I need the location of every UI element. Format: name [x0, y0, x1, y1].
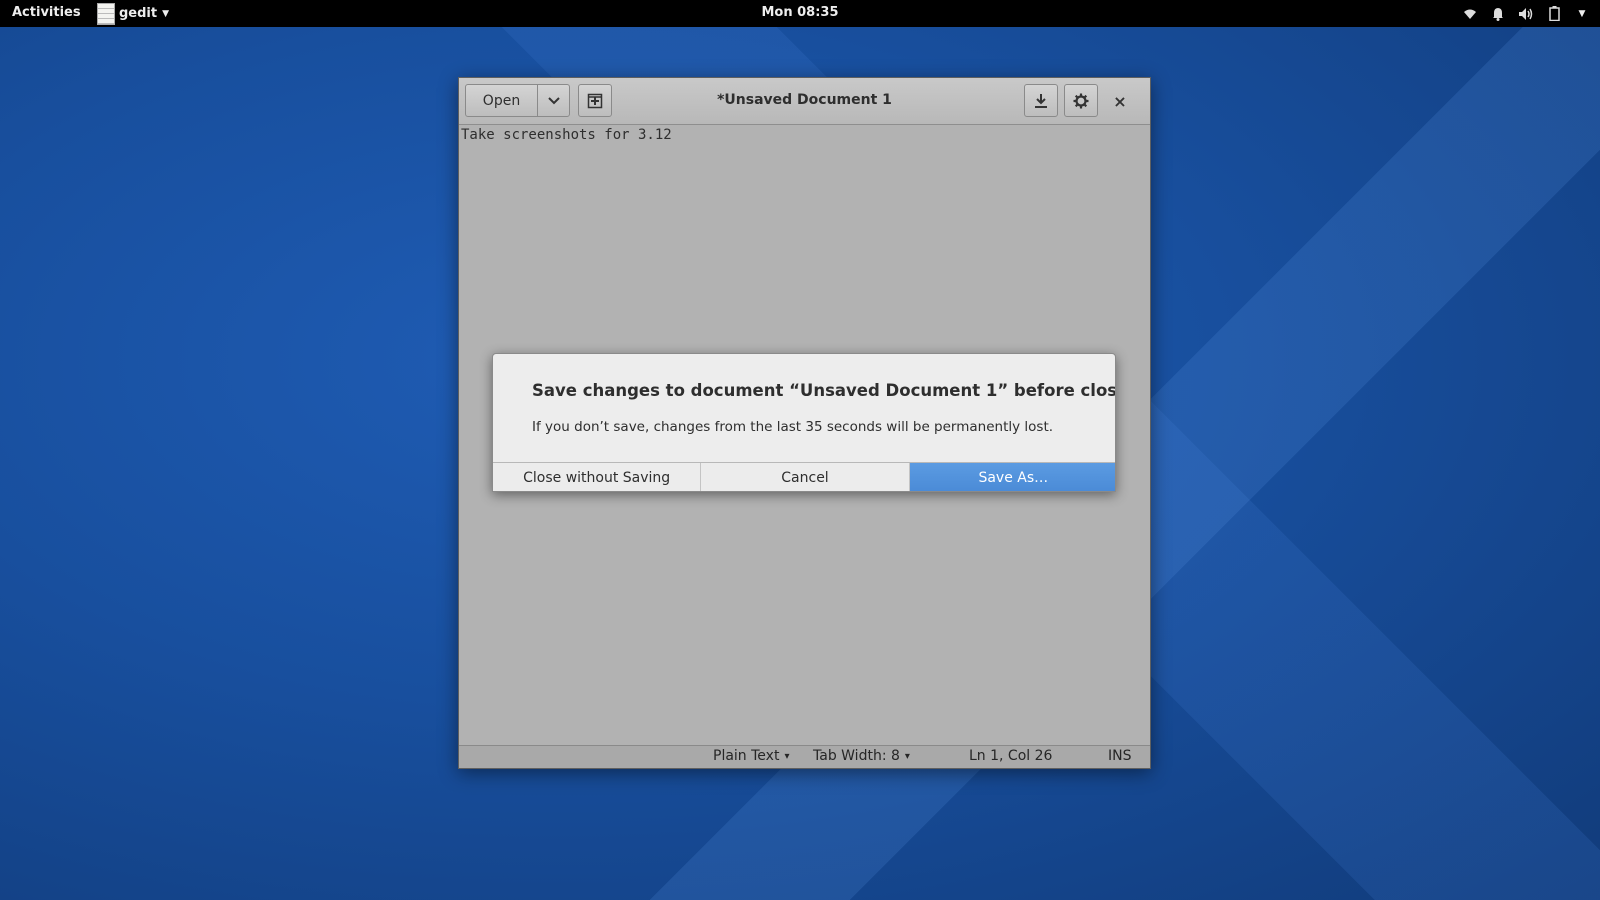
chevron-down-icon[interactable]: ▼: [1574, 6, 1590, 22]
chevron-down-icon: ▾: [784, 750, 790, 762]
save-changes-dialog: Save changes to document “Unsaved Docume…: [492, 353, 1116, 492]
chevron-down-icon: [547, 96, 560, 104]
status-bar: Plain Text ▾ Tab Width: 8 ▾ Ln 1, Col 26…: [459, 745, 1150, 768]
dialog-actions: Close without Saving Cancel Save As…: [493, 462, 1115, 491]
gedit-app-icon: [97, 2, 115, 25]
chevron-down-icon: ▾: [904, 750, 910, 762]
volume-icon[interactable]: [1518, 6, 1534, 22]
close-without-saving-button[interactable]: Close without Saving: [493, 463, 702, 491]
close-icon: ×: [1113, 91, 1127, 111]
app-menu[interactable]: gedit ▼: [97, 0, 169, 27]
notification-icon[interactable]: [1490, 6, 1506, 22]
header-bar: Open *Unsaved Document 1 ×: [459, 78, 1150, 125]
save-as-button[interactable]: Save As…: [909, 463, 1115, 491]
battery-icon[interactable]: [1546, 6, 1562, 22]
cancel-button[interactable]: Cancel: [701, 463, 910, 491]
tab-width-selector[interactable]: Tab Width: 8 ▾: [813, 748, 910, 764]
wifi-icon[interactable]: [1462, 6, 1478, 22]
close-window-button[interactable]: ×: [1105, 86, 1135, 116]
app-menu-label: gedit: [119, 6, 158, 21]
activities-button[interactable]: Activities: [12, 5, 81, 20]
new-document-icon: [587, 93, 603, 108]
download-icon: [1035, 93, 1047, 108]
save-button[interactable]: [1024, 84, 1058, 117]
clock[interactable]: Mon 08:35: [0, 5, 1600, 20]
system-tray[interactable]: ▼: [1462, 0, 1590, 27]
top-bar: Activities gedit ▼ Mon 08:35 ▼: [0, 0, 1600, 27]
cursor-position: Ln 1, Col 26: [969, 748, 1053, 764]
open-button-label: Open: [482, 92, 521, 109]
open-button[interactable]: Open: [465, 84, 538, 117]
insert-mode: INS: [1108, 748, 1132, 764]
caret-down-icon: ▼: [162, 8, 170, 19]
language-selector[interactable]: Plain Text ▾: [713, 748, 789, 764]
settings-menu-button[interactable]: [1064, 84, 1098, 117]
tab-width-label: Tab Width: 8: [813, 748, 900, 764]
new-tab-button[interactable]: [578, 84, 612, 117]
open-recent-menu-button[interactable]: [537, 84, 570, 117]
gear-icon: [1073, 93, 1089, 108]
editor-content: Take screenshots for 3.12: [461, 127, 672, 143]
dialog-message: If you don’t save, changes from the last…: [532, 419, 1054, 435]
dialog-title: Save changes to document “Unsaved Docume…: [532, 381, 1116, 400]
language-label: Plain Text: [713, 748, 780, 764]
